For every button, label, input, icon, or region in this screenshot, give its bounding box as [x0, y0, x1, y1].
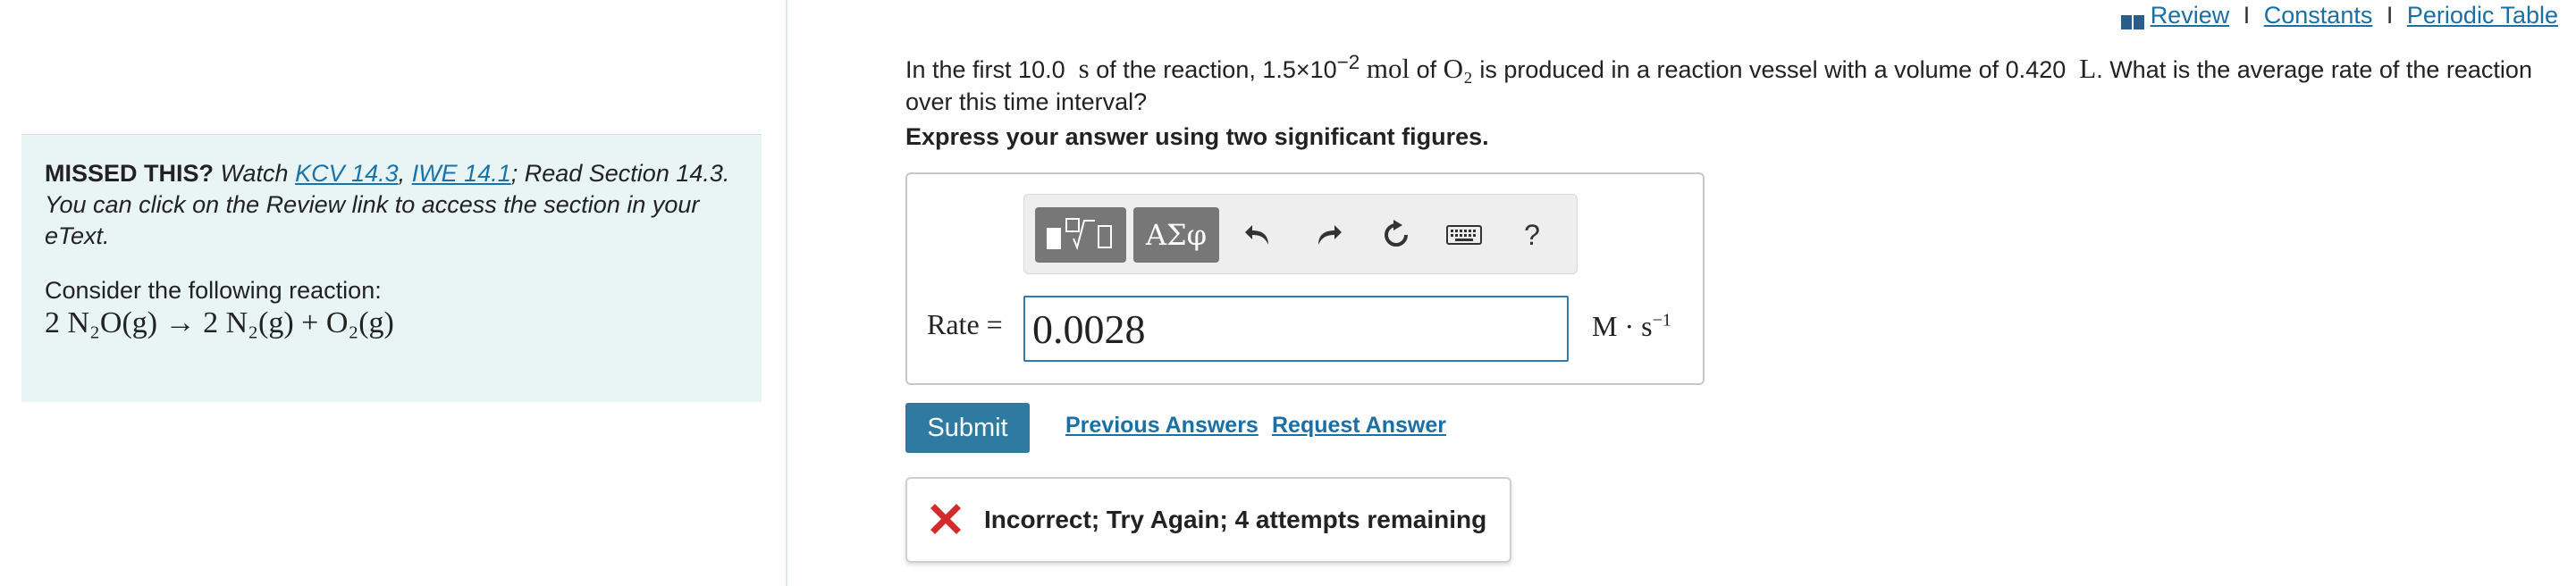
kcv-link[interactable]: KCV 14.3 [295, 160, 399, 187]
answer-box: ΑΣφ ? Rate = M · s−1 [905, 172, 1705, 385]
reaction-equation: 2 N₂O(g) → 2 N₂(g) + O₂(g) [45, 306, 394, 339]
request-answer-link[interactable]: Request Answer [1272, 413, 1446, 439]
review-link[interactable]: Review [2151, 2, 2230, 29]
question-part: is produced in a reaction vessel with a … [1479, 56, 2067, 83]
periodic-table-link[interactable]: Periodic Table [2407, 2, 2558, 29]
math-toolbar: ΑΣφ ? [1023, 194, 1578, 274]
separator: I [2386, 2, 2394, 29]
units-exponent: −1 [1652, 310, 1671, 331]
feedback-message: Incorrect; Try Again; 4 attempts remaini… [984, 506, 1487, 533]
submit-button[interactable]: Submit [905, 403, 1030, 453]
units-text: M · s [1592, 310, 1653, 342]
missed-this-text: MISSED THIS? Watch KCV 14.3, IWE 14.1; R… [45, 158, 738, 252]
rate-answer-input[interactable] [1023, 296, 1569, 362]
question-text: In the first 10.0 s of the reaction, 1.5… [905, 46, 2568, 118]
help-button[interactable]: ? [1512, 214, 1552, 255]
oxygen-formula: O₂ [1443, 53, 1473, 84]
feedback-box: Incorrect; Try Again; 4 attempts remaini… [905, 477, 1511, 563]
templates-icon[interactable] [1035, 207, 1126, 263]
redo-icon[interactable] [1309, 214, 1348, 255]
panel-divider [786, 0, 787, 586]
units-label: M · s−1 [1592, 310, 1671, 343]
constants-link[interactable]: Constants [2264, 2, 2373, 29]
iwe-link[interactable]: IWE 14.1 [412, 160, 511, 187]
instruction-text: Express your answer using two significan… [905, 123, 1489, 150]
exponent: −2 [1336, 51, 1360, 73]
rate-label: Rate = [927, 308, 1003, 340]
separator: I [2243, 2, 2251, 29]
top-links: Review I Constants I Periodic Table [2120, 0, 2558, 30]
keyboard-icon[interactable] [1444, 214, 1484, 255]
watch-text: Watch [220, 160, 289, 187]
unit-seconds: s [1078, 53, 1090, 84]
book-icon [2120, 7, 2145, 29]
unit-liters: L [2079, 53, 2097, 84]
previous-answers-link[interactable]: Previous Answers [1065, 413, 1259, 439]
consider-text: Consider the following reaction: [45, 277, 382, 304]
undo-icon[interactable] [1239, 214, 1278, 255]
greek-symbols-button[interactable]: ΑΣφ [1133, 207, 1219, 263]
question-part: of the reaction, 1.5×10 [1096, 56, 1337, 83]
x-icon [930, 504, 961, 534]
comma-text: , [398, 160, 406, 187]
unit-mol: mol [1366, 53, 1410, 84]
reset-icon[interactable] [1376, 214, 1416, 255]
question-part: In the first 10.0 [905, 56, 1065, 83]
hint-panel: MISSED THIS? Watch KCV 14.3, IWE 14.1; R… [21, 134, 762, 402]
question-part: of [1416, 56, 1437, 83]
missed-this-label: MISSED THIS? [45, 160, 215, 187]
